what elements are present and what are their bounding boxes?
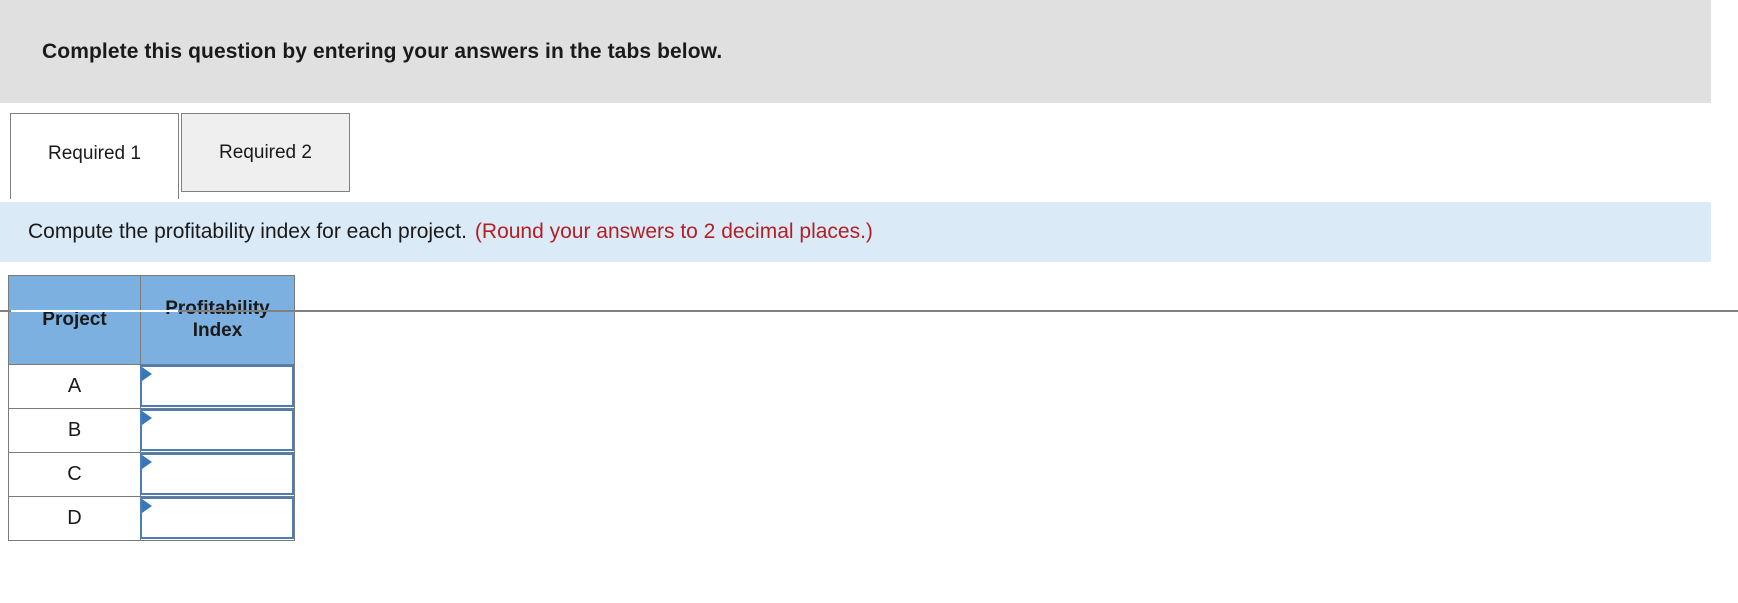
tab-required-2[interactable]: Required 2 — [181, 113, 350, 192]
project-label-a: A — [8, 364, 141, 409]
answer-cell-b[interactable] — [140, 408, 295, 453]
table-head: Project Profitability Index — [8, 275, 295, 365]
profitability-index-input-d[interactable] — [140, 497, 294, 539]
tab-strip-underline — [0, 310, 1738, 312]
column-header-profitability-index: Profitability Index — [140, 275, 295, 365]
project-label-d: D — [8, 496, 141, 541]
instruction-main: Compute the profitability index for each… — [28, 220, 467, 243]
question-banner: Complete this question by entering your … — [0, 0, 1711, 103]
answer-input-holder-a — [140, 365, 294, 407]
table-body: A B C D — [8, 364, 295, 541]
tab-required-1-label: Required 1 — [48, 142, 141, 164]
instruction-rounding-note: (Round your answers to 2 decimal places.… — [474, 220, 873, 243]
tab-required-1[interactable]: Required 1 — [10, 113, 179, 199]
answer-cell-c[interactable] — [140, 452, 295, 497]
column-header-line2: Index — [192, 320, 243, 341]
table-row: A — [8, 364, 295, 409]
answer-cell-d[interactable] — [140, 496, 295, 541]
project-label-b: B — [8, 408, 141, 453]
table-row: C — [8, 452, 295, 497]
table-row: D — [8, 496, 295, 541]
answer-input-holder-d — [140, 497, 294, 539]
column-header-line1: Profitability — [165, 297, 270, 319]
answer-input-holder-c — [140, 453, 294, 495]
profitability-index-input-c[interactable] — [140, 453, 294, 495]
tab-required-2-label: Required 2 — [219, 141, 312, 163]
column-header-project: Project — [8, 275, 141, 365]
answer-cell-a[interactable] — [140, 364, 295, 409]
table-row: B — [8, 408, 295, 453]
project-label-c: C — [8, 452, 141, 497]
table-header-row: Project Profitability Index — [8, 275, 295, 365]
instruction-text: Compute the profitability index for each… — [28, 220, 873, 244]
answer-table-wrapper: Project Profitability Index A B C D — [8, 275, 295, 541]
answer-input-holder-b — [140, 409, 294, 451]
profitability-index-input-a[interactable] — [140, 365, 294, 407]
tab-strip: Required 1 Required 2 — [0, 113, 1738, 312]
profitability-index-table: Project Profitability Index A B C D — [8, 275, 295, 541]
instruction-bar: Compute the profitability index for each… — [0, 202, 1711, 262]
active-tab-underline-gap — [11, 310, 178, 312]
profitability-index-input-b[interactable] — [140, 409, 294, 451]
banner-title: Complete this question by entering your … — [42, 39, 723, 63]
